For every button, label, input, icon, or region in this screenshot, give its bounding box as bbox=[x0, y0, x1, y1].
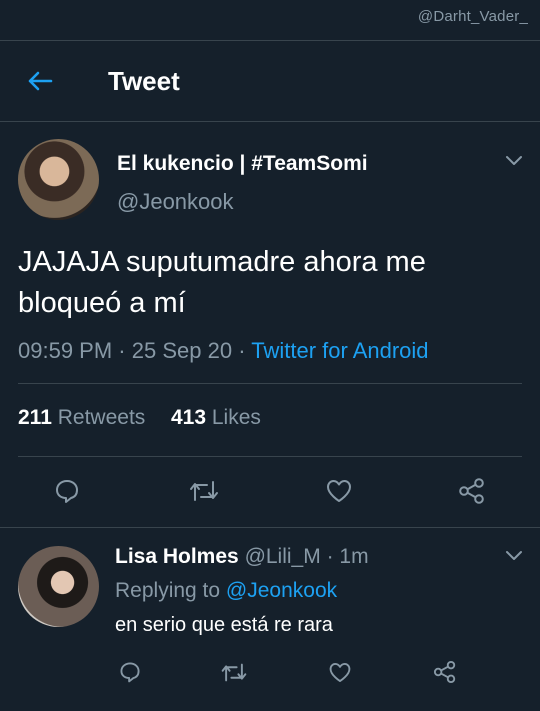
chevron-down-icon bbox=[506, 156, 522, 165]
replying-to-mention[interactable]: @Jeonkook bbox=[226, 579, 337, 602]
replying-label: Replying to bbox=[115, 579, 221, 602]
tweet-time: 09:59 PM bbox=[18, 338, 113, 363]
retweet-icon bbox=[190, 481, 218, 501]
share-icon bbox=[433, 660, 456, 684]
reply-author-handle[interactable]: @Lili_M bbox=[245, 545, 321, 568]
reply-time: 1m bbox=[339, 545, 369, 568]
author-handle[interactable]: @Jeonkook bbox=[117, 189, 234, 215]
author-name[interactable]: El kukencio | #TeamSomi bbox=[117, 152, 368, 176]
share-icon bbox=[459, 478, 484, 504]
avatar[interactable] bbox=[18, 139, 99, 220]
tweet-date: 25 Sep 20 bbox=[131, 338, 233, 363]
like-button[interactable] bbox=[319, 471, 359, 511]
reply-icon bbox=[120, 662, 140, 683]
retweets-stat[interactable]: 211 Retweets bbox=[18, 406, 145, 429]
back-arrow-icon bbox=[28, 71, 53, 91]
tweet-text: JAJAJA suputumadre ahora me bloqueó a mí bbox=[18, 246, 426, 319]
likes-count: 413 bbox=[170, 406, 207, 429]
reply-text: en serio que está re rara bbox=[115, 614, 333, 636]
retweets-label: Retweets bbox=[57, 406, 146, 429]
divider bbox=[18, 383, 522, 384]
top-app-bar: Tweet bbox=[0, 40, 540, 122]
reply-button[interactable] bbox=[47, 471, 87, 511]
meta-separator: · bbox=[118, 338, 132, 363]
retweet-icon bbox=[221, 663, 247, 681]
likes-label: Likes bbox=[211, 406, 261, 429]
page-title: Tweet bbox=[108, 66, 180, 96]
back-button[interactable] bbox=[22, 63, 58, 99]
divider bbox=[18, 456, 522, 457]
like-icon bbox=[329, 662, 351, 682]
reply-icon bbox=[56, 480, 78, 503]
tweet-options-button[interactable] bbox=[503, 150, 525, 172]
tweet-stats: 211 Retweets 413 Likes bbox=[18, 406, 261, 430]
meta-separator: · bbox=[238, 338, 252, 363]
meta-separator: · bbox=[326, 545, 334, 568]
reply-author-name[interactable]: Lisa Holmes bbox=[115, 545, 239, 568]
reply-avatar[interactable] bbox=[18, 546, 99, 627]
tweet-meta: 09:59 PM · 25 Sep 20 · Twitter for Andro… bbox=[18, 338, 429, 364]
replying-to-line: Replying to @Jeonkook bbox=[115, 579, 337, 603]
chevron-down-icon bbox=[506, 551, 522, 560]
like-icon bbox=[327, 480, 351, 502]
reply-options-button[interactable] bbox=[503, 545, 525, 567]
share-button[interactable] bbox=[452, 471, 492, 511]
retweets-count: 211 bbox=[18, 406, 52, 429]
likes-stat[interactable]: 413 Likes bbox=[171, 406, 261, 429]
reply-header: Lisa Holmes @Lili_M · 1m bbox=[115, 545, 369, 569]
retweet-button[interactable] bbox=[184, 471, 224, 511]
reply-reply-button[interactable] bbox=[110, 652, 150, 692]
section-divider bbox=[0, 527, 540, 528]
watermark: @Darht_Vader_ bbox=[417, 8, 528, 25]
tweet-source-link[interactable]: Twitter for Android bbox=[251, 338, 428, 363]
reply-retweet-button[interactable] bbox=[214, 652, 254, 692]
reply-share-button[interactable] bbox=[425, 652, 465, 692]
reply-like-button[interactable] bbox=[320, 652, 360, 692]
